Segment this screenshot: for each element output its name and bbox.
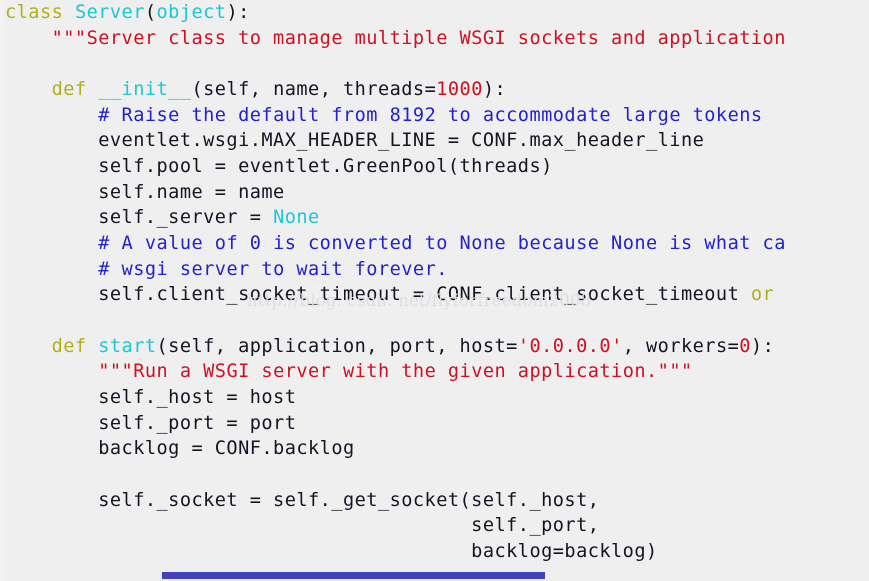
code-line[interactable]: self.name = name: [5, 180, 869, 206]
code-line[interactable]: # Raise the default from 8192 to accommo…: [5, 103, 869, 129]
code-token-pln: self._socket = self._get_socket(self._ho…: [5, 489, 600, 511]
code-token-pln: self.name = name: [5, 181, 285, 203]
code-token-nam: object: [156, 2, 227, 23]
code-token-pln: self.pool = eventlet.GreenPool(threads): [5, 156, 553, 178]
code-token-pln: [63, 2, 75, 23]
code-line[interactable]: self._server = None: [5, 205, 869, 231]
code-token-pln: [87, 79, 99, 100]
code-token-nam: start: [98, 335, 157, 357]
code-token-kw: or: [750, 284, 775, 306]
code-token-pln: ):: [750, 335, 775, 357]
code-token-nam: Server: [74, 2, 145, 23]
code-token-com: # Raise the default from 8192 to accommo…: [98, 104, 763, 126]
source-code-block[interactable]: class Server(object): """Server class to…: [5, 0, 869, 581]
code-token-nam: None: [273, 207, 320, 229]
code-token-pln: (self, application, port, host=: [156, 335, 518, 357]
code-token-pln: [5, 336, 52, 357]
code-token-pln: ):: [482, 79, 507, 101]
code-token-pln: self._port,: [5, 515, 600, 537]
code-token-str: """Server class to manage multiple WSGI …: [51, 27, 786, 49]
code-line[interactable]: # wsgi server to wait forever.: [5, 257, 869, 283]
code-line[interactable]: # A value of 0 is converted to None beca…: [5, 231, 869, 257]
code-token-com: # A value of 0 is converted to None beca…: [98, 233, 786, 255]
selected-line-underline[interactable]: [162, 572, 545, 579]
code-token-pln: self._port = port: [5, 412, 297, 434]
code-line[interactable]: self._port,: [5, 513, 869, 539]
code-token-pln: eventlet.wsgi.MAX_HEADER_LINE = CONF.max…: [5, 130, 705, 152]
left-gutter-strip: [0, 0, 4, 581]
code-token-pln: [5, 105, 98, 126]
code-token-pln: self._server =: [5, 207, 274, 229]
code-line[interactable]: self._host = host: [5, 385, 869, 411]
code-line[interactable]: class Server(object):: [5, 0, 869, 26]
code-line[interactable]: """Server class to manage multiple WSGI …: [5, 26, 869, 52]
code-token-num: 1000: [436, 79, 483, 101]
code-line[interactable]: self.client_socket_timeout = CONF.client…: [5, 282, 869, 308]
code-token-str: """Run a WSGI server with the given appl…: [98, 361, 693, 383]
code-viewer: class Server(object): """Server class to…: [0, 0, 869, 581]
code-token-pln: (: [144, 2, 157, 23]
code-line[interactable]: eventlet.wsgi.MAX_HEADER_LINE = CONF.max…: [5, 128, 869, 154]
code-token-pln: [5, 259, 98, 280]
code-token-pln: , workers=: [622, 335, 740, 357]
code-line[interactable]: [5, 51, 869, 77]
code-token-kw: def: [51, 79, 87, 101]
code-token-num: 0: [739, 335, 751, 357]
code-token-nam: __init__: [98, 79, 192, 101]
code-line[interactable]: backlog=backlog): [5, 539, 869, 565]
code-line[interactable]: self.pool = eventlet.GreenPool(threads): [5, 154, 869, 180]
code-token-pln: backlog = CONF.backlog: [5, 438, 355, 460]
code-token-pln: [5, 233, 98, 254]
code-line[interactable]: [5, 462, 869, 488]
code-token-pln: ):: [226, 2, 250, 23]
code-line[interactable]: backlog = CONF.backlog: [5, 436, 869, 462]
code-line[interactable]: self._port = port: [5, 411, 869, 437]
code-token-pln: [5, 28, 52, 49]
code-token-com: # wsgi server to wait forever.: [98, 258, 448, 280]
code-line[interactable]: def start(self, application, port, host=…: [5, 334, 869, 360]
code-token-pln: backlog=backlog): [5, 541, 658, 563]
code-line[interactable]: [5, 308, 869, 334]
code-token-pln: [5, 79, 52, 100]
code-token-pln: self.client_socket_timeout = CONF.client…: [5, 284, 751, 306]
code-token-pln: [87, 336, 99, 357]
code-token-pln: [5, 361, 98, 382]
code-line[interactable]: self._socket = self._get_socket(self._ho…: [5, 488, 869, 514]
code-line[interactable]: def __init__(self, name, threads=1000):: [5, 77, 869, 103]
code-token-kw: def: [51, 335, 87, 357]
code-token-pln: self._host = host: [5, 387, 297, 409]
code-token-str: '0.0.0.0': [517, 335, 623, 357]
code-token-kw: class: [5, 2, 64, 23]
code-token-pln: (self, name, threads=: [191, 79, 437, 101]
code-line[interactable]: """Run a WSGI server with the given appl…: [5, 359, 869, 385]
